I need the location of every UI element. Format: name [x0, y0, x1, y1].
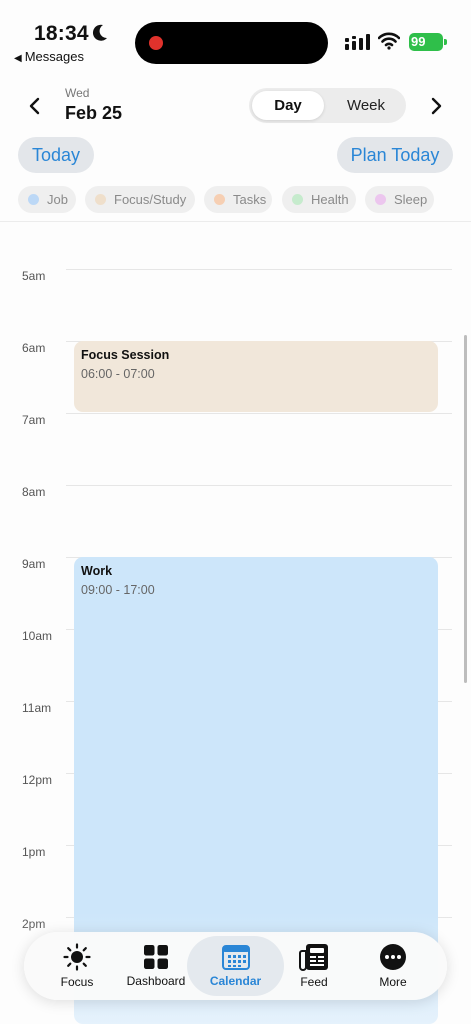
tab-feed[interactable]: Feed: [286, 932, 342, 1000]
back-to-app-link[interactable]: ◀ Messages: [14, 49, 84, 64]
hour-label: 8am: [22, 485, 46, 499]
category-chip-health[interactable]: Health: [282, 186, 356, 213]
tab-label: Feed: [300, 975, 328, 989]
cellular-signal-icon: [345, 34, 370, 50]
hour-label: 9am: [22, 557, 46, 571]
view-switcher: Day Week: [249, 88, 406, 123]
category-chip-sleep[interactable]: Sleep: [365, 186, 434, 213]
plan-today-button[interactable]: Plan Today: [337, 137, 453, 173]
event-focus-session[interactable]: Focus Session 06:00 - 07:00: [74, 341, 438, 412]
wifi-icon: [378, 32, 400, 50]
tab-dashboard[interactable]: Dashboard: [122, 932, 190, 1000]
hour-label: 5am: [22, 269, 46, 283]
tab-more[interactable]: More: [364, 932, 422, 1000]
recording-indicator-icon: [149, 36, 163, 50]
tab-focus[interactable]: Focus: [47, 932, 107, 1000]
grid-icon: [144, 945, 168, 969]
category-label: Focus/Study: [114, 192, 187, 207]
category-dot: [214, 194, 225, 205]
dynamic-island: [135, 22, 328, 64]
hour-label: 11am: [22, 701, 52, 715]
calendar-screen: 18:34 ◀Messages 99 Wed Feb 25 Day Week: [0, 0, 471, 1024]
event-time: 06:00 - 07:00: [81, 367, 155, 381]
week-view-button[interactable]: Week: [329, 91, 403, 120]
hour-line: [66, 485, 452, 486]
newspaper-icon: [299, 944, 328, 971]
hour-label: 1pm: [22, 845, 46, 859]
scrollbar-thumb[interactable]: [464, 335, 467, 683]
category-dot: [292, 194, 303, 205]
category-chip-focus-study[interactable]: Focus/Study: [85, 186, 195, 213]
more-icon: [380, 944, 406, 970]
battery-indicator: 99: [409, 33, 447, 51]
date-label: Feb 25: [65, 103, 123, 123]
previous-day-button[interactable]: [20, 92, 48, 120]
day-view-button[interactable]: Day: [252, 91, 324, 120]
hour-label: 12pm: [22, 773, 53, 787]
battery-nub: [444, 39, 447, 45]
chevron-left-icon: [29, 97, 40, 115]
category-label: Tasks: [233, 192, 267, 207]
chevron-right-icon: [431, 97, 442, 115]
today-button[interactable]: Today: [18, 137, 94, 173]
tab-label: More: [379, 975, 407, 989]
category-dot: [375, 194, 386, 205]
category-label: Health: [311, 192, 349, 207]
header-divider: [0, 221, 471, 222]
sun-icon: [63, 943, 91, 971]
back-app-label: Messages: [24, 49, 84, 64]
event-time: 09:00 - 17:00: [81, 583, 155, 597]
battery-level: 99: [411, 34, 426, 49]
event-title: Focus Session: [81, 348, 170, 362]
category-dot: [28, 194, 39, 205]
tab-label: Focus: [60, 975, 94, 989]
weekday-label: Wed: [65, 86, 90, 100]
tab-label: Calendar: [209, 974, 262, 988]
hour-line: [66, 269, 452, 270]
category-chip-job[interactable]: Job: [18, 186, 76, 213]
back-triangle-icon: ◀: [14, 53, 22, 64]
tab-calendar[interactable]: Calendar: [187, 936, 284, 996]
category-chip-tasks[interactable]: Tasks: [204, 186, 272, 213]
category-label: Sleep: [394, 192, 428, 207]
event-title: Work: [81, 564, 113, 578]
category-dot: [95, 194, 106, 205]
hour-label: 7am: [22, 413, 46, 427]
status-time: 18:34: [34, 22, 89, 45]
category-label: Job: [47, 192, 68, 207]
hour-line: [66, 413, 452, 414]
moon-icon: [92, 24, 107, 41]
tab-label: Dashboard: [126, 974, 186, 988]
tab-bar: Focus Dashboard Calendar Feed More: [24, 932, 447, 1000]
hour-label: 10am: [22, 629, 53, 643]
calendar-icon: [221, 945, 250, 970]
hour-label: 6am: [22, 341, 46, 355]
next-day-button[interactable]: [423, 92, 451, 120]
